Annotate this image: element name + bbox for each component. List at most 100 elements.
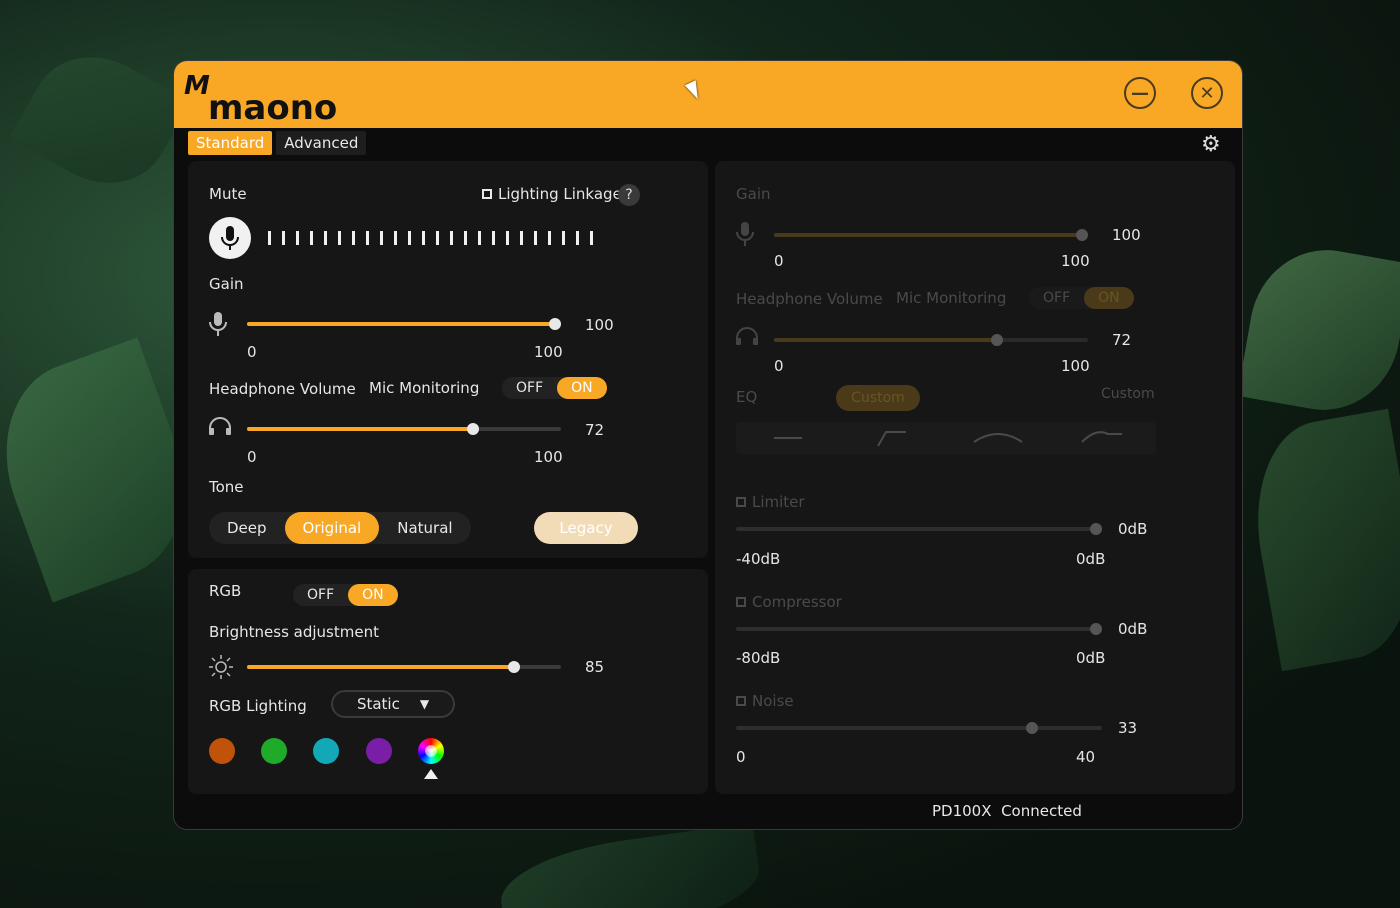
noise-max: 40 — [1076, 748, 1096, 766]
legacy-button[interactable]: Legacy — [534, 512, 638, 544]
adv-gain-label: Gain — [736, 185, 771, 203]
adv-gain-slider[interactable] — [774, 229, 1088, 241]
adv-mic-monitoring-toggle[interactable]: OFF ON — [1029, 287, 1134, 309]
mic-level-meter — [268, 231, 593, 245]
maono-logo: M maono — [184, 71, 337, 125]
mic-monitoring-off[interactable]: OFF — [502, 377, 557, 399]
close-circle-icon: ✕ — [1199, 82, 1215, 104]
noise-handle[interactable] — [1026, 722, 1039, 734]
adv-headphone-handle[interactable] — [990, 334, 1003, 346]
tone-natural[interactable]: Natural — [379, 512, 470, 544]
rgb-panel: RGB OFF ON Brightness adjustment 85 RGB … — [188, 569, 708, 794]
advanced-panel: Gain 100 0 100 Headphone Volume Mic Moni… — [715, 161, 1235, 794]
eq-preset-right: Custom — [1101, 386, 1155, 402]
adv-gain-max: 100 — [1061, 252, 1090, 270]
rgb-toggle[interactable]: OFF ON — [293, 584, 398, 606]
noise-checkbox[interactable] — [736, 696, 746, 706]
rgb-mode-dropdown[interactable]: Static ▼ — [331, 690, 455, 718]
background-leaf — [1237, 238, 1400, 422]
color-swatch-cyan[interactable] — [313, 738, 339, 764]
headphone-icon — [209, 417, 231, 435]
brightness-value: 85 — [585, 658, 605, 676]
compressor-value: 0dB — [1118, 620, 1148, 638]
microphone-icon — [221, 226, 239, 250]
adv-headphone-value: 72 — [1112, 331, 1132, 349]
limiter-slider[interactable] — [736, 523, 1102, 535]
gain-value: 100 — [585, 316, 614, 334]
minimize-circle-icon: — — [1131, 82, 1149, 104]
connection-state: Connected — [1001, 802, 1082, 820]
eq-curve-selector[interactable] — [736, 422, 1156, 454]
adv-gain-handle[interactable] — [1076, 229, 1088, 241]
adv-monitoring-on[interactable]: ON — [1084, 287, 1134, 309]
compressor-min: -80dB — [736, 649, 781, 667]
adv-gain-min: 0 — [774, 252, 784, 270]
mute-label: Mute — [209, 185, 247, 203]
limiter-checkbox[interactable] — [736, 497, 746, 507]
noise-slider[interactable] — [736, 722, 1102, 734]
eq-preset-button[interactable]: Custom — [836, 385, 920, 411]
compressor-slider[interactable] — [736, 623, 1102, 635]
headphone-volume-slider[interactable] — [247, 423, 561, 435]
rgb-off[interactable]: OFF — [293, 584, 348, 606]
noise-value: 33 — [1118, 719, 1138, 737]
brightness-handle[interactable] — [507, 661, 520, 673]
mic-monitoring-on[interactable]: ON — [557, 377, 607, 399]
color-wheel-icon[interactable] — [418, 738, 444, 764]
microphone-icon — [736, 222, 754, 246]
compressor-label: Compressor — [752, 593, 842, 611]
adv-monitoring-off[interactable]: OFF — [1029, 287, 1084, 309]
mic-monitoring-toggle[interactable]: OFF ON — [502, 377, 607, 399]
gain-max: 100 — [534, 343, 563, 361]
compressor-max: 0dB — [1076, 649, 1106, 667]
help-icon[interactable]: ? — [618, 184, 640, 206]
rgb-label: RGB — [209, 582, 242, 600]
compressor-checkbox[interactable] — [736, 597, 746, 607]
title-bar[interactable]: M maono — ✕ — [174, 61, 1242, 128]
tone-deep[interactable]: Deep — [209, 512, 285, 544]
eq-label: EQ — [736, 388, 758, 406]
background-leaf — [1240, 408, 1400, 672]
mode-tabs: Standard Advanced — [188, 131, 367, 155]
limiter-max: 0dB — [1076, 550, 1106, 568]
adv-headphone-slider[interactable] — [774, 334, 1088, 346]
tab-advanced[interactable]: Advanced — [276, 131, 367, 155]
headphone-volume-handle[interactable] — [467, 423, 480, 435]
close-button[interactable]: ✕ — [1191, 77, 1223, 109]
minimize-button[interactable]: — — [1124, 77, 1156, 109]
device-name: PD100X — [932, 802, 992, 820]
chevron-down-icon: ▼ — [419, 697, 430, 711]
brightness-slider[interactable] — [247, 661, 561, 673]
adv-headphone-label: Headphone Volume — [736, 290, 883, 308]
noise-min: 0 — [736, 748, 746, 766]
gain-slider[interactable] — [247, 318, 561, 330]
compressor-handle[interactable] — [1090, 623, 1102, 635]
tab-standard[interactable]: Standard — [188, 131, 273, 155]
gain-min: 0 — [247, 343, 257, 361]
lighting-linkage-checkbox[interactable] — [482, 189, 492, 199]
brand-name: maono — [208, 88, 338, 128]
color-swatch-purple[interactable] — [366, 738, 392, 764]
rgb-on[interactable]: ON — [348, 584, 398, 606]
microphone-icon — [209, 312, 227, 336]
color-swatch-orange[interactable] — [209, 738, 235, 764]
limiter-handle[interactable] — [1090, 523, 1102, 535]
gain-label: Gain — [209, 275, 244, 293]
gear-icon[interactable]: ⚙ — [1201, 132, 1221, 157]
sun-icon — [209, 655, 233, 679]
adv-headphone-max: 100 — [1061, 357, 1090, 375]
tone-original[interactable]: Original — [284, 512, 380, 544]
limiter-label: Limiter — [752, 493, 805, 511]
adv-gain-value: 100 — [1112, 226, 1141, 244]
maono-app-window: M maono — ✕ Standard Advanced ⚙ Mute Lig… — [173, 60, 1243, 830]
gain-slider-handle[interactable] — [549, 318, 561, 330]
color-swatch-green[interactable] — [261, 738, 287, 764]
rgb-lighting-label: RGB Lighting — [209, 697, 307, 715]
connection-status: PD100X Connected — [932, 802, 1082, 820]
headphone-icon — [736, 327, 758, 345]
headphone-volume-label: Headphone Volume — [209, 380, 356, 398]
noise-label: Noise — [752, 692, 794, 710]
adv-mic-monitoring-label: Mic Monitoring — [896, 289, 1007, 307]
headphone-volume-value: 72 — [585, 421, 605, 439]
mute-button[interactable] — [209, 217, 251, 259]
